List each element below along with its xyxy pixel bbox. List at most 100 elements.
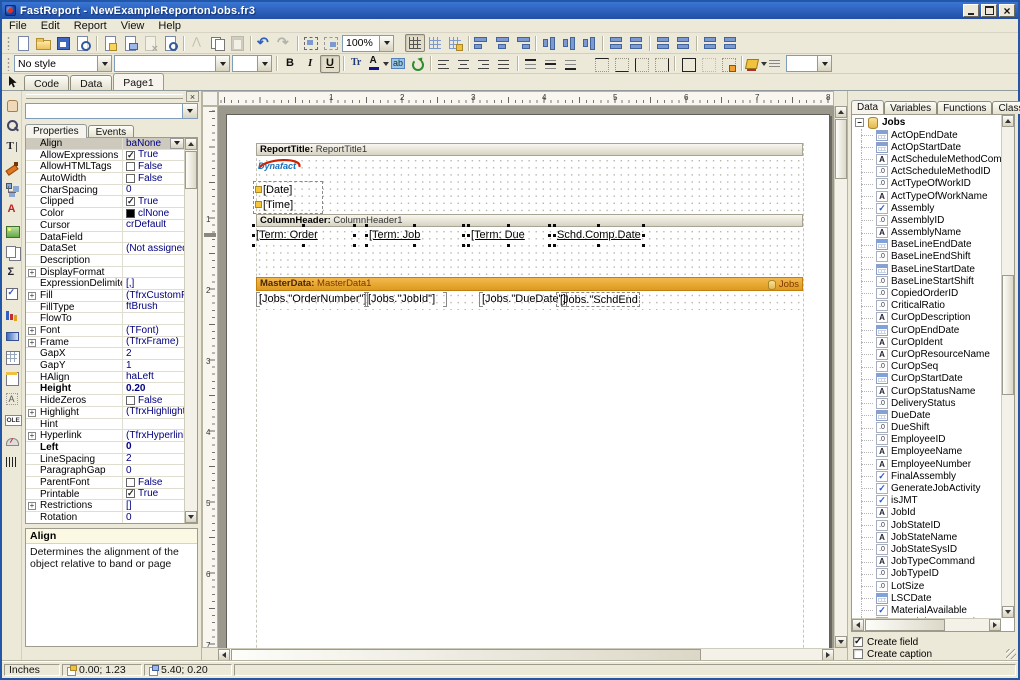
maximize-button[interactable]: [981, 4, 997, 17]
align-justify-button[interactable]: [494, 55, 514, 73]
collapse-icon[interactable]: [855, 118, 864, 127]
tree-field-baselinestartdate[interactable]: BaseLineStartDate: [852, 263, 1001, 275]
align-top-button[interactable]: [521, 55, 541, 73]
fill-color-button[interactable]: [745, 55, 765, 73]
tree-field-jobtypeid[interactable]: JobTypeID: [852, 568, 1001, 580]
selection-handle[interactable]: [548, 244, 551, 247]
align-bottoms-button[interactable]: [579, 34, 599, 52]
canvas-vertical-scrollbar[interactable]: [834, 106, 847, 648]
property-row-dataset[interactable]: DataSet(Not assigned): [26, 243, 184, 255]
report-title-band[interactable]: ReportTitle: ReportTitle1: [256, 143, 803, 156]
scrollbar-thumb[interactable]: [1002, 275, 1014, 395]
copy-button[interactable]: [207, 34, 227, 52]
property-value[interactable]: [123, 232, 184, 244]
field-job-id[interactable]: [Jobs."JobId"]: [365, 292, 447, 307]
tree-root-jobs[interactable]: Jobs: [852, 116, 1001, 129]
scroll-up-button[interactable]: [1002, 115, 1014, 127]
shape-object-button[interactable]: [2, 325, 22, 346]
property-value[interactable]: True: [123, 196, 184, 208]
property-value[interactable]: (TfrxHyperlink): [123, 430, 184, 442]
scroll-up-button[interactable]: [835, 106, 847, 118]
property-value[interactable]: (TfrxHighlight): [123, 407, 184, 419]
align-v-centers-button[interactable]: [559, 34, 579, 52]
selection-handle[interactable]: [462, 224, 465, 227]
menu-file[interactable]: File: [2, 20, 34, 32]
frame-width-combo[interactable]: [786, 55, 832, 72]
property-row-flowto[interactable]: FlowTo: [26, 313, 184, 325]
tree-field-jobstatesysid[interactable]: JobStateSysID: [852, 543, 1001, 555]
property-value[interactable]: True: [123, 150, 184, 162]
property-value[interactable]: 0: [123, 512, 184, 524]
group-button[interactable]: [301, 34, 321, 52]
property-value[interactable]: (Not assigned): [123, 243, 184, 255]
property-row-hint[interactable]: Hint: [26, 419, 184, 431]
property-row-highlight[interactable]: Highlight(TfrxHighlight): [26, 407, 184, 419]
property-value[interactable]: baNone: [123, 138, 184, 150]
property-row-color[interactable]: ColorclNone: [26, 208, 184, 220]
frame-none-button[interactable]: [698, 55, 718, 73]
frame-width-dropdown-button[interactable]: [817, 56, 831, 71]
report-page[interactable]: ReportTitle: ReportTitle1 Dynafact [Date…: [226, 114, 830, 648]
fit-to-grid-button[interactable]: [445, 34, 465, 52]
value-checkbox[interactable]: [126, 162, 135, 171]
property-value[interactable]: 0.20: [123, 383, 184, 395]
option-create-field[interactable]: Create field: [853, 636, 1015, 648]
frame-right-button[interactable]: [651, 55, 671, 73]
selection-handle[interactable]: [462, 234, 465, 237]
dynafact-logo[interactable]: Dynafact: [255, 156, 305, 181]
align-h-centers-button[interactable]: [492, 34, 512, 52]
property-row-parentfont[interactable]: ParentFontFalse: [26, 477, 184, 489]
selection-handle[interactable]: [462, 244, 465, 247]
property-value[interactable]: (TFont): [123, 325, 184, 337]
underline-button[interactable]: [320, 55, 340, 73]
property-value[interactable]: crDefault: [123, 220, 184, 232]
align-right-button[interactable]: [474, 55, 494, 73]
data-tab-variables[interactable]: Variables: [884, 101, 937, 114]
property-value[interactable]: []: [123, 500, 184, 512]
tab-data[interactable]: Data: [70, 75, 112, 90]
property-row-restrictions[interactable]: Restrictions[]: [26, 500, 184, 512]
object-selector-combo[interactable]: [25, 103, 198, 119]
tree-vertical-scrollbar[interactable]: [1001, 115, 1014, 618]
menu-report[interactable]: Report: [67, 20, 114, 32]
scroll-down-button[interactable]: [185, 511, 197, 523]
property-value[interactable]: (TfrxFrame): [123, 337, 184, 349]
tree-field-curopident[interactable]: CurOpIdent: [852, 336, 1001, 348]
object-selector-dropdown[interactable]: [182, 104, 197, 118]
value-checkbox[interactable]: [126, 151, 135, 160]
field-due-date[interactable]: [Jobs."DueDate"]: [479, 292, 567, 307]
property-value[interactable]: haLeft: [123, 372, 184, 384]
gauge-object-button[interactable]: [2, 430, 22, 451]
selection-handle[interactable]: [252, 244, 255, 247]
frame-all-button[interactable]: [678, 55, 698, 73]
data-tab-data[interactable]: Data: [851, 100, 884, 114]
rotation-button[interactable]: [407, 55, 427, 73]
zoom-dropdown-button[interactable]: [379, 36, 393, 51]
tree-field-assemblyid[interactable]: AssemblyID: [852, 214, 1001, 226]
subreport-object-button[interactable]: [2, 241, 22, 262]
property-row-fill[interactable]: Fill(TfrxCustomFill): [26, 290, 184, 302]
expand-icon[interactable]: [28, 292, 36, 300]
expand-icon[interactable]: [28, 327, 36, 335]
align-rights-button[interactable]: [512, 34, 532, 52]
value-checkbox[interactable]: [126, 174, 135, 183]
property-row-allowhtmltags[interactable]: AllowHTMLTagsFalse: [26, 161, 184, 173]
ole-object-button[interactable]: [2, 409, 22, 430]
tree-field-curopstatusname[interactable]: CurOpStatusName: [852, 385, 1001, 397]
property-row-gapx[interactable]: GapX2: [26, 348, 184, 360]
property-value[interactable]: 2: [123, 454, 184, 466]
tree-field-duedate[interactable]: DueDate: [852, 409, 1001, 421]
center-vertically-button[interactable]: [673, 34, 693, 52]
align-left-button[interactable]: [434, 55, 454, 73]
property-value[interactable]: 2: [123, 348, 184, 360]
frame-top-button[interactable]: [591, 55, 611, 73]
property-value[interactable]: [123, 255, 184, 267]
property-value[interactable]: True: [123, 489, 184, 501]
scrollbar-thumb[interactable]: [231, 649, 701, 661]
tree-field-isjmt[interactable]: isJMT: [852, 495, 1001, 507]
selection-handle[interactable]: [642, 244, 645, 247]
selection-handle[interactable]: [365, 244, 368, 247]
column-title-job[interactable]: [Term: Job: [369, 227, 461, 244]
checkbox-object-button[interactable]: [2, 283, 22, 304]
property-value[interactable]: clNone: [123, 208, 184, 220]
